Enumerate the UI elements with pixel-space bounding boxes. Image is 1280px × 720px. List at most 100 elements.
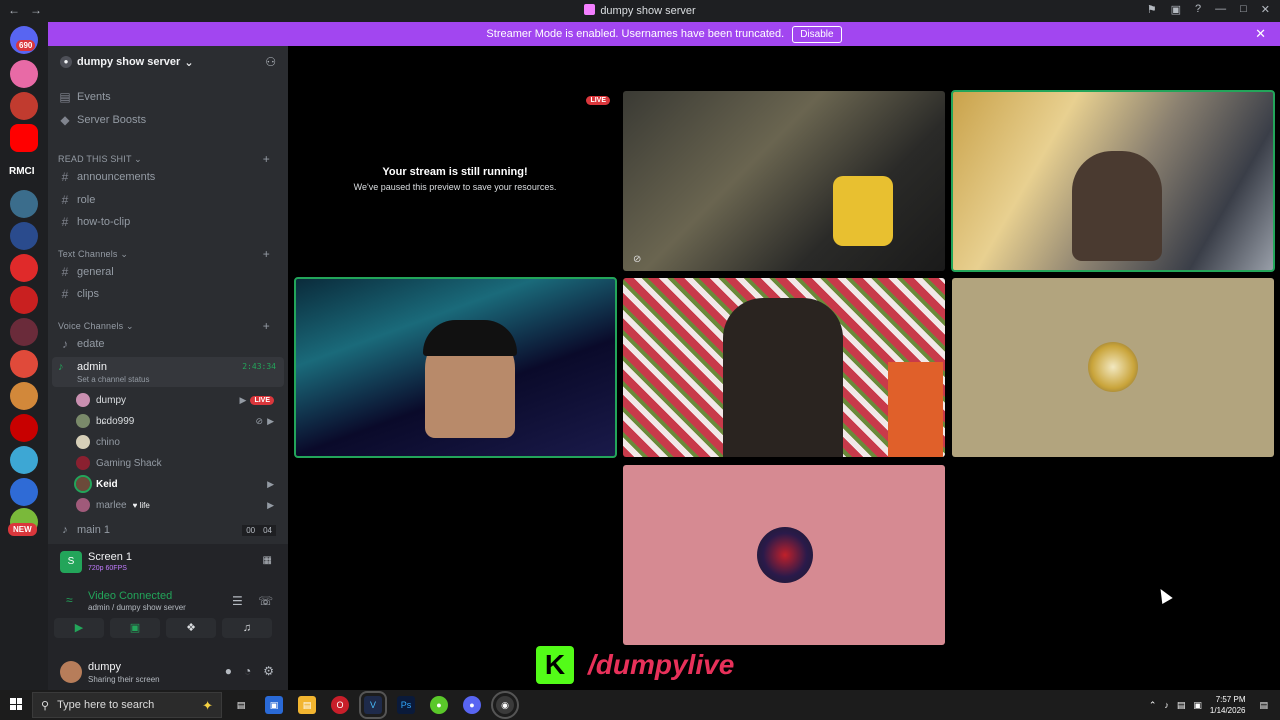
server-icon-11[interactable]: [10, 446, 38, 474]
stop-stream-icon[interactable]: ▦: [263, 555, 272, 566]
server-icon-8[interactable]: [10, 350, 38, 378]
voice-member[interactable]: bɕdo999 ⊘ ▶: [76, 411, 280, 431]
task-view-icon[interactable]: ▤: [232, 696, 250, 714]
category-voice-label: Voice Channels: [58, 321, 124, 331]
category-voice-channels[interactable]: Voice Channels ⌄ +: [58, 319, 280, 333]
voice-member[interactable]: marlee ♥ life ▶: [76, 495, 280, 515]
video-tile-psychedelic[interactable]: [623, 278, 945, 457]
flag-icon[interactable]: ⚑: [1147, 3, 1157, 16]
voice-member[interactable]: chino: [76, 432, 280, 452]
voice-member[interactable]: dumpy ▶ LIVE: [76, 390, 280, 410]
streaming-app-icon[interactable]: ●: [430, 696, 448, 714]
obs-icon[interactable]: ◉: [491, 691, 519, 719]
category-read-this[interactable]: READ THIS SHIT ⌄ +: [58, 152, 280, 166]
member-indicators: ▶: [267, 500, 274, 511]
youtube-server-icon[interactable]: [10, 124, 38, 152]
notification-icon[interactable]: ▤: [1259, 700, 1268, 711]
server-icon-5[interactable]: [10, 254, 38, 282]
file-explorer-icon[interactable]: ▤: [298, 696, 316, 714]
voice-member[interactable]: Keid ▶: [74, 474, 280, 494]
video-tile-room[interactable]: ⊘: [623, 91, 945, 271]
rmci-server[interactable]: RMCI: [9, 166, 35, 177]
server-icon-10[interactable]: [10, 414, 38, 442]
taskbar-search[interactable]: ⚲ Type here to search ✦: [32, 692, 222, 718]
disable-button[interactable]: Disable: [792, 25, 842, 43]
stream-preview-card[interactable]: S Screen 1 720p 60FPS ▦: [54, 548, 280, 578]
maximize-icon[interactable]: □: [1240, 3, 1247, 16]
server-icon-1[interactable]: [10, 60, 38, 88]
soundboard-button[interactable]: ♫: [222, 618, 272, 638]
channel-announcements[interactable]: # announcements: [56, 167, 280, 187]
add-channel-icon[interactable]: +: [263, 247, 270, 261]
channel-status[interactable]: Set a channel status: [77, 375, 150, 384]
voice-channel-main1[interactable]: ♪ main 1 00 04: [56, 524, 280, 536]
member-name: bɕdo999: [96, 415, 135, 427]
avatar-tile-gaming-shack[interactable]: [623, 465, 945, 645]
signal-icon[interactable]: ≈: [66, 593, 73, 607]
network-icon[interactable]: ▤: [1177, 700, 1186, 711]
widgets-icon[interactable]: ▣: [265, 696, 283, 714]
windows-start-icon[interactable]: [10, 698, 22, 710]
user-limit: 00 04: [242, 524, 276, 536]
headphones-icon[interactable]: ◔: [244, 664, 251, 678]
add-channel-icon[interactable]: +: [263, 319, 270, 333]
server-icon-12[interactable]: [10, 478, 38, 506]
add-channel-icon[interactable]: +: [263, 152, 270, 166]
server-icon: [584, 4, 596, 15]
activities-button[interactable]: ❖: [166, 618, 216, 638]
user-avatar: [757, 527, 813, 583]
screen-icon[interactable]: ▣: [1171, 3, 1181, 16]
user-avatar[interactable]: [60, 661, 82, 683]
server-icon-3[interactable]: [10, 190, 38, 218]
video-tile-speaker[interactable]: [951, 90, 1275, 272]
member-indicators: ▶ LIVE: [240, 395, 274, 406]
server-icon-7[interactable]: [10, 318, 38, 346]
input-icon[interactable]: ▣: [1193, 700, 1202, 711]
server-icon-4[interactable]: [10, 222, 38, 250]
user-name: dumpy: [88, 661, 122, 673]
camera-icon: ▶: [267, 415, 274, 426]
server-header[interactable]: ● dumpy show server ⌄ ⚇: [48, 46, 288, 78]
channel-how-to-clip[interactable]: # how-to-clip: [56, 212, 280, 232]
channel-clips[interactable]: # clips: [56, 284, 280, 304]
voice-channel-edate[interactable]: ♪ edate: [56, 334, 280, 354]
disconnect-icon[interactable]: ☏: [258, 594, 273, 608]
chevron-up-icon[interactable]: ⌃: [1149, 700, 1157, 711]
close-icon[interactable]: ✕: [1261, 3, 1270, 16]
discord-icon[interactable]: ●: [463, 696, 481, 714]
avatar-tile-spongebob[interactable]: [952, 278, 1274, 457]
search-placeholder: Type here to search: [57, 699, 155, 711]
microphone-icon[interactable]: ●: [225, 664, 232, 678]
paused-stream-tile[interactable]: LIVE Your stream is still running! We've…: [296, 92, 614, 270]
connection-location[interactable]: admin / dumpy show server: [88, 603, 186, 612]
system-tray: ⌃ ♪ ▤ ▣ 7:57 PM 1/14/2026 ▤: [1149, 694, 1268, 716]
video-tile-gamer[interactable]: [294, 277, 617, 458]
noise-suppression-icon[interactable]: ☰: [232, 594, 243, 608]
camera-button[interactable]: ▶: [54, 618, 104, 638]
server-boosts-item[interactable]: ◆ Server Boosts: [56, 110, 280, 130]
voice-member[interactable]: Gaming Shack: [76, 453, 280, 473]
window-title: dumpy show server: [0, 4, 1280, 17]
share-screen-button[interactable]: ▣: [110, 618, 160, 638]
muted-icon: ⊘: [633, 254, 642, 265]
opera-icon[interactable]: O: [331, 696, 349, 714]
volume-icon[interactable]: ♪: [1164, 700, 1169, 710]
channel-label: how-to-clip: [77, 216, 131, 228]
clock[interactable]: 7:57 PM 1/14/2026: [1210, 694, 1246, 716]
invite-people-icon[interactable]: ⚇: [265, 55, 276, 69]
help-icon[interactable]: ?: [1195, 3, 1201, 16]
channel-role[interactable]: # role: [56, 190, 280, 210]
server-icon-2[interactable]: [10, 92, 38, 120]
server-icon-6[interactable]: [10, 286, 38, 314]
server-icon-9[interactable]: [10, 382, 38, 410]
new-badge: NEW: [8, 523, 37, 536]
category-text-channels[interactable]: Text Channels ⌄ +: [58, 247, 280, 261]
banner-close-icon[interactable]: ✕: [1255, 26, 1266, 42]
channel-general[interactable]: # general: [56, 262, 280, 282]
events-item[interactable]: ▤ Events: [56, 87, 280, 107]
vegas-icon[interactable]: V: [359, 691, 387, 719]
minimize-icon[interactable]: —: [1215, 3, 1226, 16]
photoshop-icon[interactable]: Ps: [397, 696, 415, 714]
voice-channel-admin[interactable]: ♪ admin Set a channel status 2:43:34: [52, 357, 284, 387]
settings-gear-icon[interactable]: ⚙: [263, 664, 274, 678]
